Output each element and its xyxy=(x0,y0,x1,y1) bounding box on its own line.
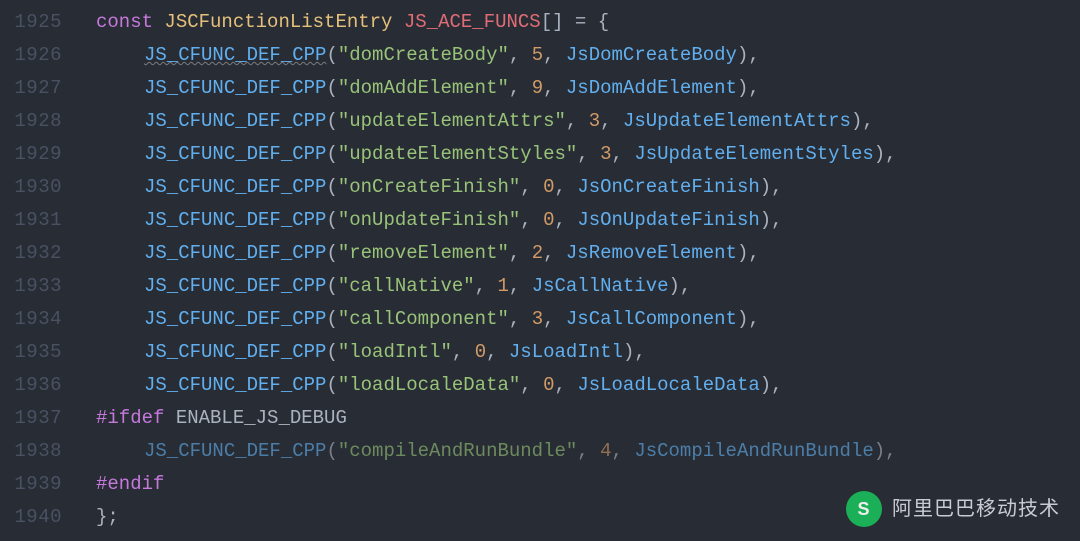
line-number: 1927 xyxy=(0,72,72,105)
line-number: 1938 xyxy=(0,435,72,468)
wechat-logo-icon: S xyxy=(846,491,882,527)
line-number: 1933 xyxy=(0,270,72,303)
watermark-text: 阿里巴巴移动技术 xyxy=(892,493,1060,526)
code-line[interactable]: JS_CFUNC_DEF_CPP("domCreateBody", 5, JsD… xyxy=(72,39,1080,72)
line-number: 1939 xyxy=(0,468,72,501)
code-editor[interactable]: 1925192619271928192919301931193219331934… xyxy=(0,0,1080,541)
code-line[interactable]: JS_CFUNC_DEF_CPP("removeElement", 2, JsR… xyxy=(72,237,1080,270)
line-number: 1936 xyxy=(0,369,72,402)
line-number: 1928 xyxy=(0,105,72,138)
code-line[interactable]: JS_CFUNC_DEF_CPP("updateElementStyles", … xyxy=(72,138,1080,171)
code-line[interactable]: #ifdef ENABLE_JS_DEBUG xyxy=(72,402,1080,435)
line-number: 1934 xyxy=(0,303,72,336)
line-number: 1940 xyxy=(0,501,72,534)
code-line[interactable]: JS_CFUNC_DEF_CPP("updateElementAttrs", 3… xyxy=(72,105,1080,138)
code-line[interactable]: JS_CFUNC_DEF_CPP("onUpdateFinish", 0, Js… xyxy=(72,204,1080,237)
line-number: 1929 xyxy=(0,138,72,171)
line-number: 1932 xyxy=(0,237,72,270)
code-line[interactable]: JS_CFUNC_DEF_CPP("domAddElement", 9, JsD… xyxy=(72,72,1080,105)
code-line[interactable]: JS_CFUNC_DEF_CPP("callComponent", 3, JsC… xyxy=(72,303,1080,336)
line-number: 1935 xyxy=(0,336,72,369)
line-number: 1937 xyxy=(0,402,72,435)
code-area[interactable]: const JSCFunctionListEntry JS_ACE_FUNCS[… xyxy=(72,0,1080,541)
code-line[interactable]: JS_CFUNC_DEF_CPP("loadIntl", 0, JsLoadIn… xyxy=(72,336,1080,369)
line-number-gutter: 1925192619271928192919301931193219331934… xyxy=(0,0,72,541)
code-line[interactable]: JS_CFUNC_DEF_CPP("compileAndRunBundle", … xyxy=(72,435,1080,468)
code-line[interactable]: JS_CFUNC_DEF_CPP("loadLocaleData", 0, Js… xyxy=(72,369,1080,402)
watermark: S 阿里巴巴移动技术 xyxy=(846,491,1060,527)
code-line[interactable]: JS_CFUNC_DEF_CPP("onCreateFinish", 0, Js… xyxy=(72,171,1080,204)
code-line[interactable]: JS_CFUNC_DEF_CPP("callNative", 1, JsCall… xyxy=(72,270,1080,303)
code-line[interactable]: const JSCFunctionListEntry JS_ACE_FUNCS[… xyxy=(72,6,1080,39)
line-number: 1925 xyxy=(0,6,72,39)
line-number: 1930 xyxy=(0,171,72,204)
line-number: 1926 xyxy=(0,39,72,72)
line-number: 1931 xyxy=(0,204,72,237)
